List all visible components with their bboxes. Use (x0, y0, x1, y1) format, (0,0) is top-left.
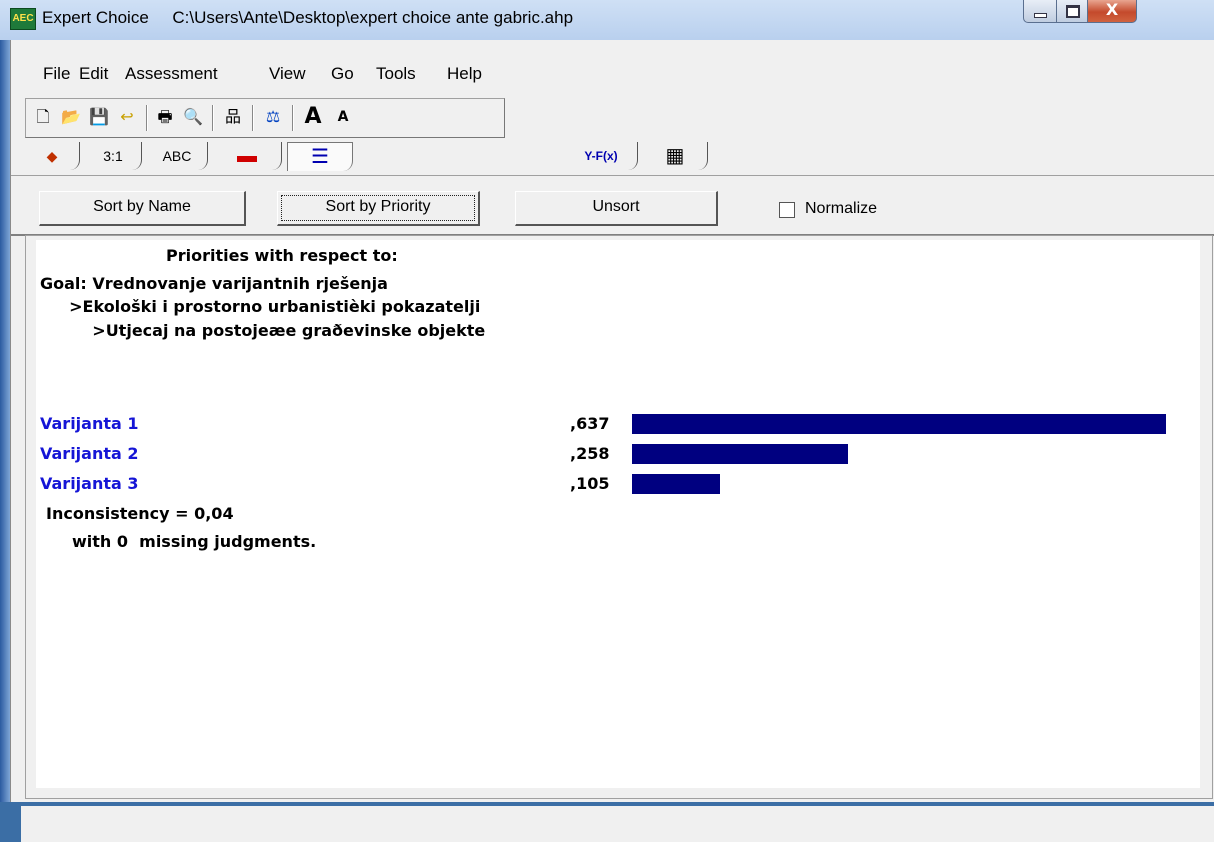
balance-scale-icon[interactable]: ⚖ (262, 105, 284, 129)
window-left-border (0, 40, 10, 802)
alternative-name: Varijanta 2 (40, 444, 139, 463)
unsort-button[interactable]: Unsort (515, 191, 718, 226)
maximize-button[interactable] (1056, 0, 1088, 23)
menu-file[interactable]: File (43, 64, 70, 84)
font-smaller-icon[interactable]: A (332, 105, 354, 129)
app-logo-icon: AEC (10, 8, 36, 30)
report-header: Priorities with respect to: (166, 246, 398, 265)
tab-formula[interactable]: Y-F(x) (565, 142, 638, 170)
tab-verbal[interactable]: ABC (147, 142, 208, 170)
report-panel: Priorities with respect to: Goal: Vredno… (25, 235, 1213, 799)
menu-edit[interactable]: Edit (79, 64, 108, 84)
window-title: Expert Choice C:\Users\Ante\Desktop\expe… (42, 8, 574, 27)
assessment-tabs: ◆ 3:1 ABC ▬ ☰ Y-F(x) ▦ (25, 142, 825, 174)
sort-by-name-button[interactable]: Sort by Name (39, 191, 246, 226)
title-bar[interactable]: AEC Expert Choice C:\Users\Ante\Desktop\… (0, 0, 1214, 40)
sort-by-priority-label: Sort by Priority (281, 195, 475, 221)
tab-graphical[interactable]: ◆ (25, 142, 80, 170)
minimize-button[interactable] (1023, 0, 1057, 23)
client-area: File Edit Assessment View Go Tools Help … (10, 40, 1214, 842)
minimize-icon (1034, 13, 1047, 18)
maximize-icon (1066, 5, 1080, 18)
toolbar-separator (292, 105, 294, 131)
save-disk-icon[interactable]: 💾 (88, 105, 110, 129)
open-folder-icon[interactable]: 📂 (60, 105, 82, 129)
menu-tools[interactable]: Tools (376, 64, 416, 84)
undo-icon[interactable]: ↩ (116, 105, 138, 129)
status-bar (21, 806, 1214, 842)
missing-judgments: with 0 missing judgments. (72, 532, 317, 551)
menu-bar: File Edit Assessment View Go Tools Help (11, 56, 1214, 90)
alternative-name: Varijanta 1 (40, 414, 139, 433)
menu-assessment[interactable]: Assessment (125, 64, 218, 84)
tab-priorities[interactable]: ☰ (287, 142, 353, 171)
alternative-name: Varijanta 3 (40, 474, 139, 493)
inconsistency-ratio: Inconsistency = 0,04 (46, 504, 234, 523)
toolbar-separator (146, 105, 148, 131)
priority-bar (632, 474, 720, 494)
priorities-report[interactable]: Priorities with respect to: Goal: Vredno… (36, 240, 1200, 788)
font-larger-icon[interactable]: A (302, 105, 324, 129)
sort-by-priority-button[interactable]: Sort by Priority (277, 191, 480, 226)
tab-grid[interactable]: ▦ (643, 142, 708, 170)
close-icon: X (1105, 0, 1119, 19)
sort-bar: Sort by Name Sort by Priority Unsort Nor… (11, 175, 1214, 236)
priority-bar (632, 444, 848, 464)
toolbar: 🗋 📂 💾 ↩ 🖶 🔍 品 ⚖ A A (25, 98, 505, 138)
criterion-path: >Ekološki i prostorno urbanistièki pokaz… (58, 297, 481, 316)
toolbar-separator (212, 105, 214, 131)
toolbar-separator (252, 105, 254, 131)
menu-view[interactable]: View (269, 64, 306, 84)
alternative-priority-value: ,637 (570, 414, 610, 433)
priority-bar (632, 414, 1166, 434)
subcriterion-path: >Utjecaj na postojeæe graðevinske objekt… (70, 321, 486, 340)
normalize-checkbox[interactable] (779, 202, 795, 218)
alternative-priority-value: ,258 (570, 444, 610, 463)
tab-questionnaire[interactable]: ▬ (213, 142, 282, 170)
menu-go[interactable]: Go (331, 64, 354, 84)
hierarchy-icon[interactable]: 品 (222, 105, 244, 129)
normalize-label: Normalize (805, 200, 878, 217)
alternative-priority-value: ,105 (570, 474, 610, 493)
print-preview-icon[interactable]: 🔍 (182, 105, 204, 129)
expert-choice-window: AEC Expert Choice C:\Users\Ante\Desktop\… (0, 0, 1214, 842)
print-icon[interactable]: 🖶 (154, 105, 176, 129)
goal-line: Goal: Vrednovanje varijantnih rješenja (40, 274, 388, 293)
close-button[interactable]: X (1087, 0, 1137, 23)
tab-numerical[interactable]: 3:1 (85, 142, 142, 170)
new-document-icon[interactable]: 🗋 (32, 105, 54, 129)
menu-help[interactable]: Help (447, 64, 482, 84)
